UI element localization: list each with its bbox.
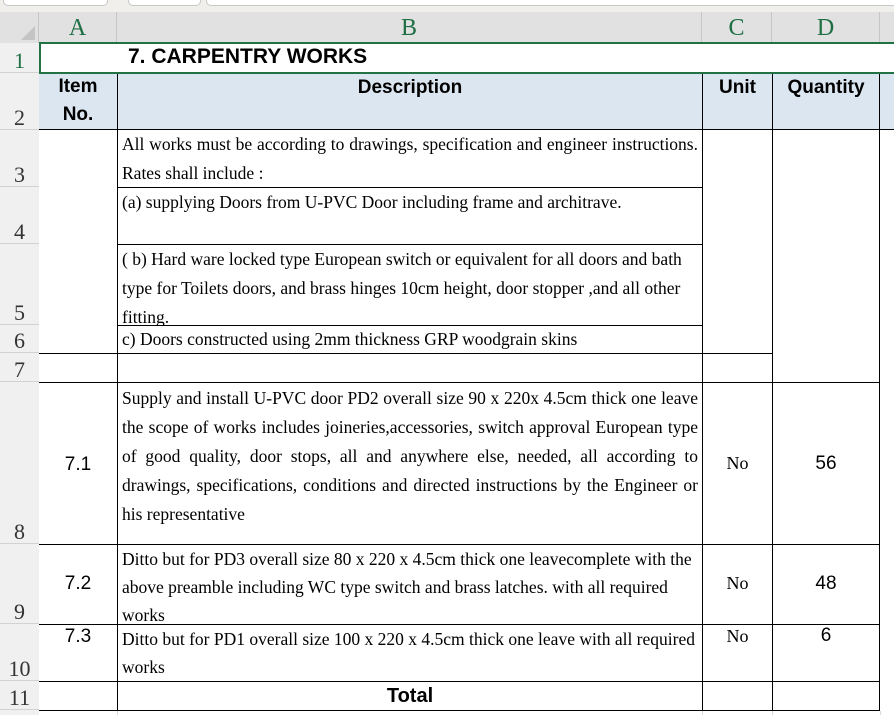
row-number: 11	[8, 685, 31, 710]
column-header-d[interactable]: D	[772, 12, 880, 43]
item-7-1-description[interactable]: Supply and install U-PVC door PD2 overal…	[117, 382, 702, 545]
item-number: 7.2	[64, 573, 92, 594]
gridline	[702, 711, 703, 715]
row-header-6[interactable]: 6	[0, 325, 39, 353]
column-header-c[interactable]: C	[702, 12, 772, 43]
row-header-10[interactable]: 10	[0, 624, 39, 681]
preamble-line-a[interactable]: (a) supplying Doors from U-PVC Door incl…	[117, 187, 702, 245]
item-7-1-quantity[interactable]: 56	[772, 382, 880, 545]
row-number: 1	[14, 48, 25, 73]
unit-value: No	[726, 573, 749, 593]
row7-unit-cell[interactable]	[702, 353, 772, 383]
column-header-b[interactable]: B	[117, 12, 702, 43]
item-7-3-description[interactable]: Ditto but for PD1 overall size 100 x 220…	[117, 624, 702, 682]
header-quantity[interactable]: Quantity	[772, 72, 880, 130]
row-number: 8	[14, 519, 25, 544]
preamble-empty-cell[interactable]	[117, 353, 702, 383]
item-number: 7.1	[64, 454, 92, 475]
header-description[interactable]: Description	[117, 72, 702, 130]
quantity-value: 56	[815, 453, 837, 474]
preamble-line-1[interactable]: All works must be according to drawings,…	[117, 129, 702, 188]
unit-value: No	[726, 626, 749, 646]
row-number: 4	[14, 219, 25, 244]
gridline	[772, 711, 773, 715]
row-number: 7	[14, 357, 25, 382]
row-header-1[interactable]: 1	[0, 43, 39, 73]
row-number: 2	[14, 105, 25, 130]
header-no-label: No.	[62, 104, 94, 125]
item-number: 7.3	[64, 626, 92, 647]
row-header-9[interactable]: 9	[0, 544, 39, 624]
total-item-cell[interactable]	[39, 681, 117, 711]
total-label: Total	[386, 685, 434, 707]
row-header-4[interactable]: 4	[0, 187, 39, 244]
header-unit-label: Unit	[719, 77, 756, 98]
row-number: 3	[14, 162, 25, 187]
header-unit[interactable]: Unit	[702, 72, 772, 130]
row-number: 5	[14, 300, 25, 325]
unit-value: No	[726, 453, 749, 473]
row-number: 6	[14, 328, 25, 353]
row-header-12[interactable]	[0, 710, 39, 715]
item-7-3-quantity[interactable]: 6	[772, 624, 880, 682]
select-all-corner[interactable]	[0, 12, 39, 43]
preamble-line-c[interactable]: c) Doors constructed using 2mm thickness…	[117, 325, 702, 354]
header-description-label: Description	[357, 77, 463, 98]
name-box[interactable]	[3, 0, 108, 6]
formula-controls[interactable]	[128, 0, 201, 6]
header-item-label: Item	[58, 76, 98, 97]
gridline	[880, 711, 881, 715]
quantity-value: 6	[820, 625, 832, 646]
item-7-2-description[interactable]: Ditto but for PD3 overall size 80 x 220 …	[117, 544, 702, 625]
item-7-2-no[interactable]: 7.2	[39, 544, 117, 625]
header-quantity-label: Quantity	[787, 77, 865, 98]
item-7-3-unit[interactable]: No	[702, 624, 772, 682]
item-7-1-no[interactable]: 7.1	[39, 382, 117, 545]
column-header-e[interactable]	[880, 12, 894, 43]
item-7-2-unit[interactable]: No	[702, 544, 772, 625]
preamble-item-cell[interactable]	[39, 129, 117, 354]
row-number: 10	[8, 656, 31, 681]
item-7-2-quantity[interactable]: 48	[772, 544, 880, 625]
gridline	[117, 711, 118, 715]
quantity-value: 48	[815, 573, 837, 594]
header-extra-cell[interactable]	[880, 72, 894, 130]
row-header-5[interactable]: 5	[0, 244, 39, 325]
header-item-no[interactable]: Item No.	[39, 72, 117, 130]
total-unit-cell[interactable]	[702, 681, 772, 711]
row7-item-cell[interactable]	[39, 353, 117, 383]
row-header-3[interactable]: 3	[0, 130, 39, 187]
row-header-11[interactable]: 11	[0, 681, 39, 710]
row-header-8[interactable]: 8	[0, 382, 39, 544]
total-label-cell[interactable]: Total	[117, 681, 702, 711]
title-cell[interactable]: 7. CARPENTRY WORKS	[39, 43, 894, 73]
total-quantity-cell[interactable]	[772, 681, 880, 711]
row-header-2[interactable]: 2	[0, 73, 39, 130]
preamble-quantity-cell[interactable]	[772, 129, 880, 383]
formula-bar[interactable]	[206, 0, 894, 6]
row-header-7[interactable]: 7	[0, 353, 39, 382]
item-7-3-no[interactable]: 7.3	[39, 624, 117, 682]
sheet-title: 7. CARPENTRY WORKS	[128, 45, 368, 68]
preamble-line-b[interactable]: ( b) Hard ware locked type European swit…	[117, 244, 702, 326]
item-7-1-unit[interactable]: No	[702, 382, 772, 545]
row-number: 9	[14, 599, 25, 624]
toolbar-strip	[0, 0, 894, 12]
column-header-a[interactable]: A	[39, 12, 117, 43]
preamble-unit-cell[interactable]	[702, 129, 772, 354]
